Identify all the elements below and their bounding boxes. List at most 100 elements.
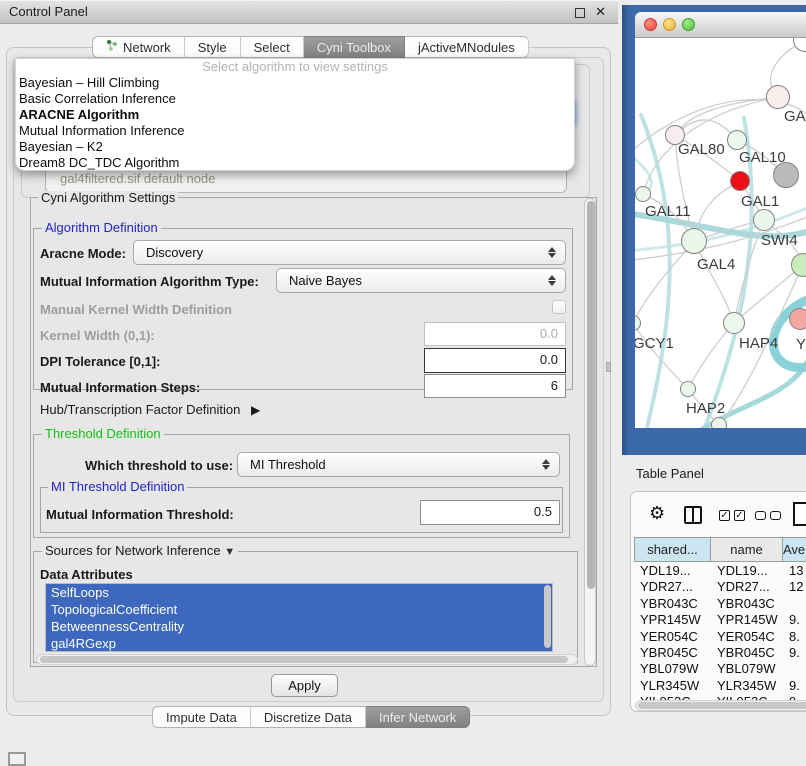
settings-hscrollbar[interactable]	[36, 654, 578, 665]
dropdown-item[interactable]: Bayesian – Hill Climbing	[16, 75, 574, 91]
table-cell: YER054C	[640, 629, 709, 644]
gear-icon[interactable]: ⚙	[649, 503, 665, 524]
dropdown-item[interactable]: Basic Correlation Inference	[16, 91, 574, 107]
network-node-hap4[interactable]	[723, 312, 745, 334]
attribute-list-item[interactable]: gal4RGexp	[46, 635, 552, 652]
mi-algorithm-type-combo[interactable]: Naive Bayes	[276, 268, 566, 293]
network-node-y[interactable]	[789, 308, 806, 330]
unchecked-checkbox-icon[interactable]	[770, 511, 781, 520]
control-panel-tabs: NetworkStyleSelectCyni ToolboxjActiveMNo…	[92, 36, 529, 58]
tab-impute-data[interactable]: Impute Data	[152, 706, 251, 728]
apply-button[interactable]: Apply	[271, 674, 338, 697]
node-label-gal11: GAL11	[645, 203, 691, 220]
column-header-3[interactable]: AverageShortestPathLength	[783, 537, 806, 562]
tab-label: Impute Data	[166, 707, 237, 728]
settings-scrollbar[interactable]	[584, 198, 596, 666]
table-cell: 8.	[789, 629, 806, 644]
unchecked-checkbox-icon[interactable]	[755, 511, 766, 520]
table-row[interactable]: YER054CYER054C8.	[634, 629, 806, 646]
which-threshold-combo[interactable]: MI Threshold	[237, 452, 560, 477]
attribute-list-item[interactable]: BetweennessCentrality	[46, 618, 552, 635]
tab-cyni-toolbox[interactable]: Cyni Toolbox	[304, 36, 405, 58]
tab-jactivemnodules[interactable]: jActiveMNodules	[405, 36, 529, 58]
hub-section-toggle[interactable]: Hub/Transcription Factor Definition ▶	[40, 402, 260, 417]
expand-right-icon: ▶	[251, 403, 260, 417]
tab-network[interactable]: Network	[92, 36, 185, 58]
table-row[interactable]: YPR145WYPR145W9.	[634, 612, 806, 629]
mi-steps-field[interactable]: 6	[424, 374, 566, 398]
table-cell: YLR345W	[717, 678, 781, 693]
table-cell: 13	[789, 563, 806, 578]
table-row[interactable]: YBR045CYBR045C9.	[634, 645, 806, 662]
manual-kernel-width-checkbox[interactable]	[552, 300, 566, 314]
network-node-gal[interactable]	[766, 85, 790, 109]
node-label-gal80: GAL80	[678, 141, 725, 158]
kernel-width-field[interactable]: 0.0	[424, 322, 566, 346]
table-cell: YBR043C	[717, 596, 781, 611]
table-row[interactable]: YDL19...YDL19...13	[634, 563, 806, 580]
checked-checkbox-icon[interactable]: ✓	[734, 510, 745, 521]
network-node-gal1[interactable]	[753, 209, 775, 231]
attribute-list-item[interactable]: SelfLoops	[46, 584, 552, 601]
dropdown-item[interactable]: Bayesian – K2	[16, 139, 574, 155]
dropdown-item[interactable]: Dream8 DC_TDC Algorithm	[16, 155, 574, 171]
sources-title[interactable]: Sources for Network Inference ▼	[42, 544, 238, 559]
table-cell: YBR045C	[640, 645, 709, 660]
network-node[interactable]	[711, 417, 727, 428]
table-row[interactable]: YLR345WYLR345W9.	[634, 678, 806, 695]
attribute-list-scrollbar[interactable]	[543, 585, 552, 650]
network-icon	[106, 37, 118, 58]
dropdown-item[interactable]: ARACNE Algorithm	[16, 107, 574, 123]
tab-discretize-data[interactable]: Discretize Data	[251, 706, 366, 728]
network-node-hap2[interactable]	[680, 381, 696, 397]
tab-infer-network[interactable]: Infer Network	[366, 706, 470, 728]
table-cell: YPR145W	[717, 612, 781, 627]
node-label-gal4: GAL4	[697, 256, 735, 273]
manual-kernel-width-label: Manual Kernel Width Definition	[40, 302, 232, 317]
column-header-1[interactable]: shared...	[634, 537, 711, 562]
aracne-mode-combo[interactable]: Discovery	[133, 240, 566, 265]
table-row[interactable]: YBR043CYBR043C	[634, 596, 806, 613]
panel-corner-grip[interactable]	[8, 752, 26, 766]
network-node-gal11[interactable]	[635, 186, 651, 202]
column-header-2[interactable]: name	[711, 537, 783, 562]
float-window-icon[interactable]	[575, 8, 585, 18]
zoom-traffic-icon[interactable]	[682, 18, 695, 31]
cyni-bottom-tabs: Impute Data Discretize Data Infer Network	[152, 706, 470, 728]
network-node[interactable]	[730, 171, 750, 191]
columns-icon[interactable]	[684, 506, 702, 524]
page-icon[interactable]	[793, 502, 806, 526]
checked-checkbox-icon[interactable]: ✓	[719, 510, 730, 521]
network-canvas[interactable]: GALGAL80GAL10GAL1GAL11SWI4GAL4GCY1HAP4YH…	[635, 38, 806, 428]
panel-splitter-handle[interactable]	[606, 362, 611, 372]
dropdown-item[interactable]: Mutual Information Inference	[16, 123, 574, 139]
close-traffic-icon[interactable]	[644, 18, 657, 31]
data-attributes-list[interactable]: SelfLoopsTopologicalCoefficientBetweenne…	[45, 583, 553, 652]
mi-threshold-field[interactable]: 0.5	[420, 500, 560, 525]
table-cell: 9.	[789, 612, 806, 627]
table-row[interactable]: YDR27...YDR27...12	[634, 579, 806, 596]
dpi-tolerance-label: DPI Tolerance [0,1]:	[40, 354, 160, 369]
tab-select[interactable]: Select	[241, 36, 304, 58]
tab-style[interactable]: Style	[185, 36, 241, 58]
network-node-gal10[interactable]	[727, 130, 747, 150]
table-row[interactable]: YBL079WYBL079W	[634, 661, 806, 678]
node-label-hap2: HAP2	[686, 400, 725, 417]
minimize-traffic-icon[interactable]	[663, 18, 676, 31]
table-cell: 12	[789, 579, 806, 594]
node-label-gcy1: GCY1	[635, 335, 674, 352]
threshold-definition-title: Threshold Definition	[42, 427, 164, 440]
kernel-width-label: Kernel Width (0,1):	[40, 328, 155, 343]
tab-label: Discretize Data	[264, 707, 352, 728]
table-cell: YBL079W	[640, 661, 709, 676]
network-node[interactable]	[773, 162, 799, 188]
network-window-titlebar[interactable]	[635, 12, 806, 38]
table-panel-title: Table Panel	[636, 466, 704, 481]
close-icon[interactable]: ✕	[595, 4, 606, 20]
dpi-tolerance-field[interactable]: 0.0	[424, 348, 566, 373]
expand-down-icon: ▼	[224, 546, 235, 558]
table-hscrollbar[interactable]	[635, 700, 806, 711]
attribute-list-item[interactable]: TopologicalCoefficient	[46, 601, 552, 618]
network-node-gal4[interactable]	[681, 228, 707, 254]
combo-arrows-icon	[548, 274, 557, 287]
